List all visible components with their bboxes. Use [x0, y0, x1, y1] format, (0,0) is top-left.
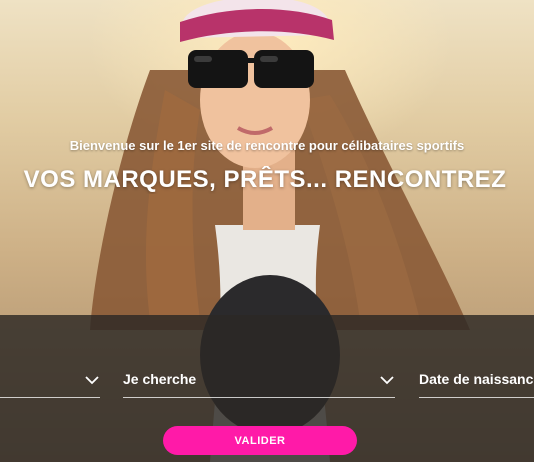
validate-button[interactable]: VALIDER: [163, 426, 357, 455]
seeking-select-label: Je cherche: [123, 371, 197, 387]
search-panel: Je cherche Date de naissance VALIDER: [0, 315, 534, 462]
gender-select[interactable]: [0, 367, 100, 398]
chevron-down-icon: [85, 376, 99, 385]
seeking-select[interactable]: Je cherche: [123, 367, 395, 398]
chevron-down-icon: [380, 376, 394, 385]
hero-headline-text: VOS MARQUES, PRÊTS... RENCONTREZ: [23, 166, 507, 193]
birthdate-field-label: Date de naissance: [419, 371, 534, 387]
hero-headline: VOS MARQUES, PRÊTS... RENCONTREZ: [0, 166, 534, 194]
birthdate-field[interactable]: Date de naissance: [419, 367, 534, 398]
hero-tagline: Bienvenue sur le 1er site de rencontre p…: [69, 138, 465, 153]
